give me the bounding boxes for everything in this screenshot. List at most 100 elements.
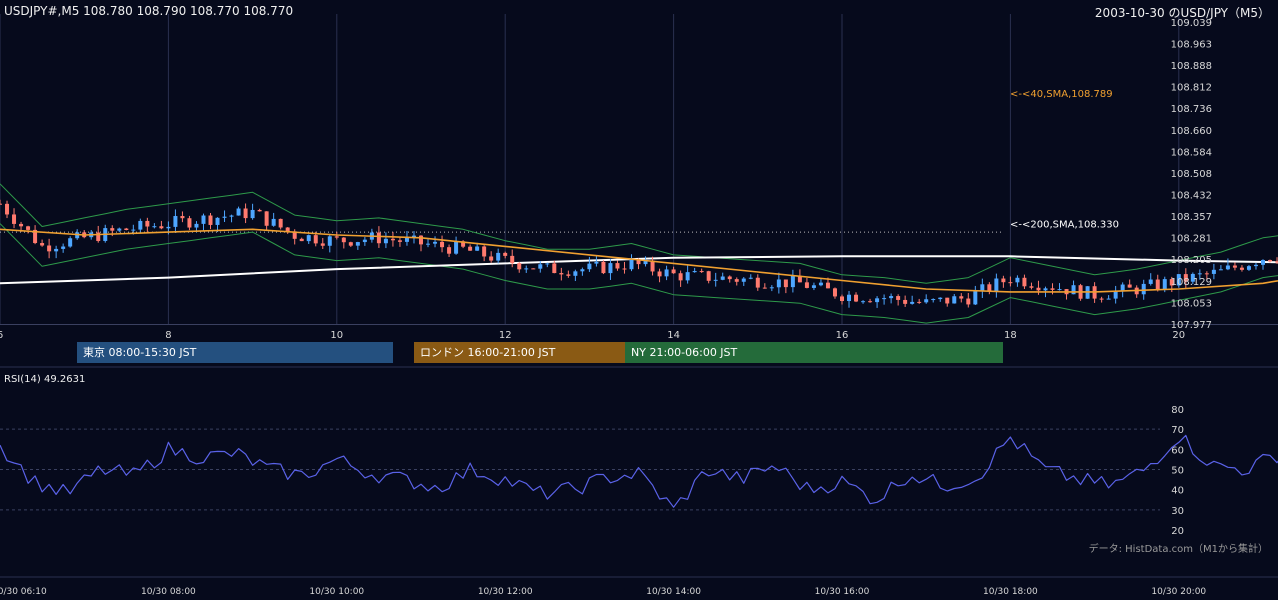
candle-body xyxy=(1253,264,1258,267)
candle-body xyxy=(1022,277,1027,287)
price-tick-label: 108.963 xyxy=(1171,40,1212,51)
candle-body xyxy=(1127,284,1132,288)
sma200-series xyxy=(0,255,1278,285)
candle-body xyxy=(734,279,739,282)
sma200-label: <-<200,SMA,108.330 xyxy=(1010,220,1119,231)
candle-body xyxy=(657,271,662,277)
candle-body xyxy=(215,217,220,225)
rsi-line xyxy=(0,434,1278,508)
candle-body xyxy=(811,285,816,288)
candle-body xyxy=(1015,277,1020,283)
candle-body xyxy=(706,271,711,281)
candle-body xyxy=(545,263,550,265)
candle-body xyxy=(5,203,10,215)
candle-body xyxy=(454,241,459,254)
hour-tick-label: 10 xyxy=(330,330,343,341)
session-london-label: ロンドン 16:00-21:00 JST xyxy=(420,346,556,359)
candle-body xyxy=(889,296,894,299)
candle-body xyxy=(608,263,613,274)
candle-body xyxy=(419,235,423,245)
candle-body xyxy=(201,215,206,224)
candle-body xyxy=(40,243,45,246)
candle-body xyxy=(945,297,950,304)
candle-body xyxy=(313,235,318,244)
candle-body xyxy=(68,238,73,247)
candle-body xyxy=(818,282,823,286)
price-axis: 107.977108.053108.129108.205108.281108.3… xyxy=(1171,18,1212,331)
rsi-panel: 20304050607080 xyxy=(0,405,1278,537)
candle-body xyxy=(1211,269,1216,274)
time-axis: 10/30 06:10 10/30 08:00 10/30 10:00 10/30 1… xyxy=(0,587,1206,597)
candle-body xyxy=(426,243,431,245)
candle-body xyxy=(1001,278,1006,283)
candle-body xyxy=(924,299,929,303)
candle-body xyxy=(622,268,627,270)
candle-body xyxy=(1106,298,1111,300)
chart-title: 2003-10-30 のUSD/JPY（M5） xyxy=(1094,6,1270,20)
candle-body xyxy=(741,278,746,282)
candle-body xyxy=(117,228,122,231)
candle-body xyxy=(433,241,438,244)
hour-tick-label: 8 xyxy=(165,330,171,341)
candle-body xyxy=(769,287,774,289)
rsi-tick-label: 50 xyxy=(1171,466,1184,477)
price-tick-label: 108.432 xyxy=(1171,191,1212,202)
candle-body xyxy=(559,273,564,275)
candle-body xyxy=(12,214,17,224)
rsi-tick-label: 30 xyxy=(1171,506,1184,517)
hour-tick-label: 12 xyxy=(499,330,512,341)
candle-body xyxy=(931,299,936,301)
bollinger-bands xyxy=(0,183,1278,324)
price-tick-label: 108.129 xyxy=(1171,277,1212,288)
candle-body xyxy=(152,226,157,228)
candle-body xyxy=(320,243,325,246)
candle-body xyxy=(875,298,880,303)
candle-body xyxy=(397,240,402,242)
candle-body xyxy=(496,252,501,261)
candle-body xyxy=(903,299,908,304)
candle-body xyxy=(1239,267,1244,270)
time-tick-label: 10/30 08:00 xyxy=(141,587,196,597)
candle-body xyxy=(124,228,129,231)
price-tick-label: 108.357 xyxy=(1171,212,1212,223)
hour-tick-label: 14 xyxy=(667,330,680,341)
candle-body xyxy=(194,223,199,228)
candle-body xyxy=(166,226,171,229)
candle-body xyxy=(847,294,852,302)
candle-body xyxy=(825,282,830,289)
price-tick-label: 108.888 xyxy=(1171,61,1212,72)
candle-body xyxy=(1225,265,1230,270)
candle-body xyxy=(671,269,676,274)
candle-body xyxy=(110,228,115,231)
candle-body xyxy=(1204,273,1209,275)
candle-body xyxy=(1155,279,1160,290)
candle-body xyxy=(138,220,143,230)
candle-body xyxy=(355,242,360,246)
candle-body xyxy=(854,294,859,302)
hour-tick-label: 18 xyxy=(1004,330,1017,341)
candle-body xyxy=(334,236,339,238)
time-tick-label: 10/30 12:00 xyxy=(478,587,533,597)
candle-body xyxy=(187,218,192,228)
candle-body xyxy=(0,203,2,205)
candle-body xyxy=(783,279,788,288)
candle-body xyxy=(250,209,255,219)
candle-body xyxy=(208,215,213,225)
candle-body xyxy=(131,229,136,231)
candle-body xyxy=(699,271,704,273)
candle-body xyxy=(713,279,718,281)
candle-body xyxy=(1113,290,1118,299)
time-tick-label: 10/30 06:10 xyxy=(0,587,47,597)
candle-body xyxy=(440,241,445,248)
candle-body xyxy=(790,275,795,288)
candle-body xyxy=(868,301,873,303)
candle-body xyxy=(1029,286,1034,288)
candle-body xyxy=(503,252,508,256)
candle-body xyxy=(229,215,234,217)
session-tokyo-label: 東京 08:00-15:30 JST xyxy=(83,346,197,359)
price-tick-label: 108.812 xyxy=(1171,83,1212,94)
candle-body xyxy=(489,256,494,261)
candle-body xyxy=(685,272,690,281)
candle-body xyxy=(1148,279,1153,284)
candle-body xyxy=(973,291,978,305)
